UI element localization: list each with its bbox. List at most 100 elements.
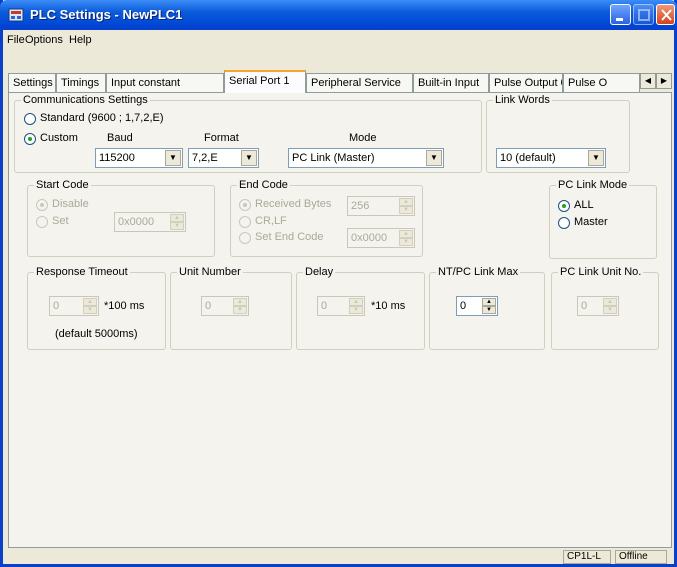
received-bytes-radio[interactable] [239,199,251,211]
set-end-code-value: 0x0000 [351,232,388,244]
maximize-button[interactable] [633,4,654,25]
menu-file[interactable]: File [7,34,25,46]
set-end-code-input[interactable]: 0x0000 ▲ ▼ [347,228,415,248]
title-bar[interactable]: PLC Settings - NewPLC1 [0,0,677,30]
status-state: Offline [615,550,667,564]
spin-down-icon[interactable]: ▼ [349,306,363,314]
tab-strip: Settings Timings Input constant Serial P… [8,70,672,93]
tab-scroll-left-icon[interactable]: ◀ [640,73,656,89]
tab-serial-port-1[interactable]: Serial Port 1 [224,70,306,93]
menu-bar: File Options Help [3,30,674,50]
custom-radio[interactable] [24,133,36,145]
tab-settings[interactable]: Settings [8,73,56,92]
spin-down-icon[interactable]: ▼ [603,306,617,314]
spin-up-icon[interactable]: ▲ [399,198,413,206]
end-code-title: End Code [237,179,290,192]
spin-up-icon[interactable]: ▲ [482,298,496,306]
chevron-down-icon[interactable]: ▼ [588,150,604,166]
chevron-down-icon[interactable]: ▼ [165,150,181,166]
menu-options[interactable]: Options [25,34,63,46]
spin-up-icon[interactable]: ▲ [399,230,413,238]
response-timeout-title: Response Timeout [34,266,130,279]
unit-number-title: Unit Number [177,266,243,279]
received-bytes-input[interactable]: 256 ▲ ▼ [347,196,415,216]
pc-link-master-label: Master [574,216,608,228]
spin-down-icon[interactable]: ▼ [399,206,413,214]
spin-down-icon[interactable]: ▼ [233,306,247,314]
tab-scroll-right-icon[interactable]: ▶ [656,73,672,89]
menu-help[interactable]: Help [69,34,92,46]
chevron-down-icon[interactable]: ▼ [241,150,257,166]
plc-settings-window: PLC Settings - NewPLC1 File Options Help… [0,0,677,567]
custom-label: Custom [40,132,78,144]
minimize-button[interactable] [610,4,631,25]
maximize-icon [638,9,650,21]
tab-built-in-input[interactable]: Built-in Input [413,73,489,92]
nt-pc-link-max-group: NT/PC Link Max 0 ▲ ▼ [429,266,545,350]
response-timeout-note: (default 5000ms) [55,328,138,340]
set-end-code-radio[interactable] [239,232,251,244]
tab-peripheral-service[interactable]: Peripheral Service [306,73,413,92]
unit-number-group: Unit Number 0 ▲ ▼ [170,266,292,350]
standard-radio[interactable] [24,113,36,125]
tab-input-constant[interactable]: Input constant [106,73,224,92]
nt-pc-link-max-title: NT/PC Link Max [436,266,521,279]
nt-pc-link-max-input[interactable]: 0 ▲ ▼ [456,296,498,316]
response-timeout-value: 0 [53,300,60,312]
response-timeout-unit: *100 ms [104,300,145,312]
crlf-label: CR,LF [255,215,287,227]
mode-select[interactable]: PC Link (Master) ▼ [288,148,444,168]
delay-unit: *10 ms [371,300,406,312]
pc-link-master-radio[interactable] [558,217,570,229]
link-words-select[interactable]: 10 (default) ▼ [496,148,606,168]
window-title: PLC Settings - NewPLC1 [30,7,183,22]
start-code-group: Start Code Disable Set 0x0000 ▲ ▼ [27,179,215,257]
start-code-title: Start Code [34,179,91,192]
spin-down-icon[interactable]: ▼ [482,306,496,314]
communications-settings-group: Communications Settings Standard (9600 ;… [14,94,482,173]
spin-up-icon[interactable]: ▲ [603,298,617,306]
unit-number-input[interactable]: 0 ▲ ▼ [201,296,249,316]
crlf-radio[interactable] [239,216,251,228]
received-bytes-label: Received Bytes [255,198,332,210]
spin-up-icon[interactable]: ▲ [83,298,97,306]
chevron-down-icon[interactable]: ▼ [426,150,442,166]
link-words-value: 10 (default) [500,152,556,164]
received-bytes-value: 256 [351,200,370,212]
response-timeout-input[interactable]: 0 ▲ ▼ [49,296,99,316]
spin-down-icon[interactable]: ▼ [170,222,184,230]
mode-label: Mode [349,132,377,144]
spin-up-icon[interactable]: ▲ [233,298,247,306]
tab-pulse-output-0[interactable]: Pulse Output 0 [489,73,563,92]
end-code-group: End Code Received Bytes 256 ▲ ▼ CR,LF Se… [230,179,423,257]
delay-group: Delay 0 ▲ ▼ *10 ms [296,266,425,350]
unit-number-value: 0 [205,300,212,312]
tab-pulse-output-1[interactable]: Pulse O [563,73,640,92]
status-model: CP1L-L [563,550,611,564]
delay-title: Delay [303,266,336,279]
spin-up-icon[interactable]: ▲ [349,298,363,306]
start-set-radio[interactable] [36,216,48,228]
start-code-input[interactable]: 0x0000 ▲ ▼ [114,212,186,232]
delay-input[interactable]: 0 ▲ ▼ [317,296,365,316]
close-button[interactable] [656,4,675,25]
spin-down-icon[interactable]: ▼ [399,238,413,246]
spin-down-icon[interactable]: ▼ [83,306,97,314]
pc-link-all-radio[interactable] [558,200,570,212]
tab-timings[interactable]: Timings [56,73,106,92]
format-select[interactable]: 7,2,E ▼ [188,148,259,168]
link-words-group: Link Words 10 (default) ▼ [486,94,630,173]
baud-select[interactable]: 115200 ▼ [95,148,183,168]
serial-port-1-panel: Communications Settings Standard (9600 ;… [8,92,672,548]
response-timeout-group: Response Timeout 0 ▲ ▼ *100 ms (default … [27,266,166,350]
spin-up-icon[interactable]: ▲ [170,214,184,222]
format-label: Format [204,132,239,144]
app-icon [8,8,24,22]
status-bar: CP1L-L Offline [3,549,674,564]
minimize-icon [616,18,623,21]
pc-link-unit-no-value: 0 [581,300,588,312]
pc-link-unit-no-input[interactable]: 0 ▲ ▼ [577,296,619,316]
nt-pc-link-max-value: 0 [460,300,467,312]
start-disable-radio[interactable] [36,199,48,211]
communications-settings-title: Communications Settings [21,94,150,107]
